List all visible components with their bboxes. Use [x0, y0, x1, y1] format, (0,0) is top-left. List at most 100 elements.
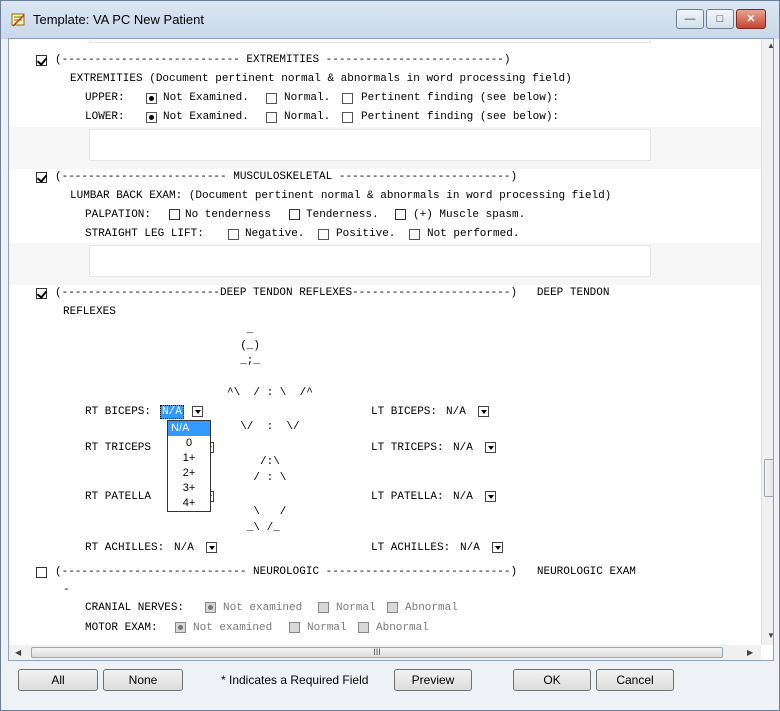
motor-not-examined-label: Not examined: [193, 622, 273, 634]
minimize-icon: —: [684, 13, 696, 25]
figure-line: (_): [227, 340, 261, 352]
rt-achilles-select[interactable]: N/A: [174, 542, 194, 554]
extremities-instructions: EXTREMITIES (Document pertinent normal &…: [70, 73, 572, 85]
lower-pertinent-label: Pertinent finding (see below):: [361, 111, 560, 123]
figure-line: \/ : \/: [227, 421, 300, 433]
vertical-scrollbar[interactable]: ▲ ▼: [761, 39, 773, 645]
rt-triceps-label: RT TRICEPS: [85, 442, 152, 454]
all-button[interactable]: All: [18, 669, 98, 691]
musculoskeletal-checkbox[interactable]: [36, 172, 47, 183]
extremities-header: (--------------------------- EXTREMITIES…: [55, 54, 511, 66]
dtr-header: (------------------------DEEP TENDON REF…: [55, 287, 610, 299]
lt-triceps-dropdown-button[interactable]: [485, 442, 496, 453]
scroll-right-arrow-icon[interactable]: ▶: [747, 648, 753, 658]
neurologic-checkbox[interactable]: [36, 567, 47, 578]
cranial-abnormal-radio[interactable]: [387, 602, 398, 613]
cranial-not-examined-radio[interactable]: [205, 602, 216, 613]
rt-biceps-dropdown-list[interactable]: N/A 0 1+ 2+ 3+ 4+: [167, 420, 211, 512]
template-notepad-icon: [11, 13, 25, 27]
lower-not-examined-radio[interactable]: [146, 112, 157, 123]
cranial-abnormal-label: Abnormal: [405, 602, 458, 614]
lt-triceps-select[interactable]: N/A: [453, 442, 473, 454]
dropdown-option[interactable]: 2+: [168, 466, 210, 481]
horizontal-scroll-thumb[interactable]: III: [31, 647, 723, 658]
minimize-button[interactable]: —: [676, 9, 704, 29]
neurologic-header: (---------------------------- NEUROLOGIC…: [55, 566, 636, 578]
muscle-spasm-checkbox[interactable]: [395, 209, 406, 220]
figure-line: ^\ / : \ /^: [227, 387, 313, 399]
dropdown-option[interactable]: 3+: [168, 481, 210, 496]
dtr-checkbox[interactable]: [36, 288, 47, 299]
lower-normal-radio[interactable]: [266, 112, 277, 123]
dropdown-option[interactable]: 0: [168, 436, 210, 451]
extremities-checkbox[interactable]: [36, 55, 47, 66]
rt-biceps-select[interactable]: N/A: [160, 405, 184, 419]
lt-achilles-dropdown-button[interactable]: [492, 542, 503, 553]
musculoskeletal-header: (------------------------- MUSCULOSKELET…: [55, 171, 518, 183]
rt-achilles-dropdown-button[interactable]: [206, 542, 217, 553]
muscle-spasm-label: (+) Muscle spasm.: [413, 209, 526, 221]
close-icon: ✕: [746, 13, 756, 25]
lower-label: LOWER:: [85, 111, 125, 123]
lt-biceps-dropdown-button[interactable]: [478, 406, 489, 417]
cranial-normal-radio[interactable]: [318, 602, 329, 613]
scroll-left-arrow-icon[interactable]: ◀: [15, 648, 21, 658]
lt-biceps-label: LT BICEPS:: [371, 406, 438, 418]
no-tenderness-checkbox[interactable]: [169, 209, 180, 220]
slr-not-performed-radio[interactable]: [409, 229, 420, 240]
cranial-normal-label: Normal: [336, 602, 376, 614]
scroll-up-arrow-icon[interactable]: ▲: [767, 41, 773, 51]
rt-biceps-dropdown-button[interactable]: [192, 406, 203, 417]
slr-negative-radio[interactable]: [228, 229, 239, 240]
window-title: Template: VA PC New Patient: [33, 12, 205, 27]
upper-not-examined-label: Not Examined.: [163, 92, 249, 104]
extremities-word-processing-field[interactable]: [89, 129, 651, 161]
maximize-button[interactable]: □: [706, 9, 734, 29]
slr-negative-label: Negative.: [245, 228, 305, 240]
maximize-icon: □: [716, 13, 724, 25]
upper-pertinent-label: Pertinent finding (see below):: [361, 92, 560, 104]
motor-normal-label: Normal: [307, 622, 347, 634]
figure-line: /:\: [227, 456, 280, 468]
lt-achilles-select[interactable]: N/A: [460, 542, 480, 554]
close-button[interactable]: ✕: [736, 9, 766, 29]
none-button[interactable]: None: [103, 669, 183, 691]
slr-positive-radio[interactable]: [318, 229, 329, 240]
musculoskeletal-word-processing-field[interactable]: [89, 245, 651, 277]
neurologic-dash: -: [63, 584, 70, 596]
dropdown-option[interactable]: 1+: [168, 451, 210, 466]
lt-patella-label: LT PATELLA:: [371, 491, 444, 503]
preview-button[interactable]: Preview: [394, 669, 472, 691]
tenderness-checkbox[interactable]: [289, 209, 300, 220]
upper-pertinent-radio[interactable]: [342, 93, 353, 104]
cancel-button[interactable]: Cancel: [596, 669, 674, 691]
required-field-note: * Indicates a Required Field: [221, 673, 369, 687]
motor-normal-radio[interactable]: [289, 622, 300, 633]
no-tenderness-label: No tenderness: [185, 209, 271, 221]
scroll-down-arrow-icon[interactable]: ▼: [767, 631, 773, 641]
figure-line: / : \: [227, 472, 287, 484]
lt-patella-select[interactable]: N/A: [453, 491, 473, 503]
motor-not-examined-radio[interactable]: [175, 622, 186, 633]
lt-biceps-select[interactable]: N/A: [446, 406, 466, 418]
palpation-label: PALPATION:: [85, 209, 152, 221]
slr-positive-label: Positive.: [336, 228, 396, 240]
upper-normal-radio[interactable]: [266, 93, 277, 104]
vertical-scroll-thumb[interactable]: [764, 459, 773, 497]
lower-pertinent-radio[interactable]: [342, 112, 353, 123]
dropdown-option[interactable]: 4+: [168, 496, 210, 511]
tenderness-label: Tenderness.: [306, 209, 379, 221]
lumbar-back-instructions: LUMBAR BACK EXAM: (Document pertinent no…: [70, 190, 612, 202]
scroll-grip-label: III: [373, 647, 381, 657]
upper-label: UPPER:: [85, 92, 125, 104]
lt-patella-dropdown-button[interactable]: [485, 491, 496, 502]
lower-normal-label: Normal.: [284, 111, 331, 123]
dropdown-option[interactable]: N/A: [168, 421, 210, 436]
previous-word-processing-field[interactable]: [89, 39, 651, 43]
horizontal-scrollbar[interactable]: ◀ III ▶: [9, 645, 761, 660]
motor-abnormal-radio[interactable]: [358, 622, 369, 633]
ok-button[interactable]: OK: [513, 669, 591, 691]
cranial-not-examined-label: Not examined: [223, 602, 303, 614]
upper-not-examined-radio[interactable]: [146, 93, 157, 104]
rt-achilles-label: RT ACHILLES:: [85, 542, 165, 554]
